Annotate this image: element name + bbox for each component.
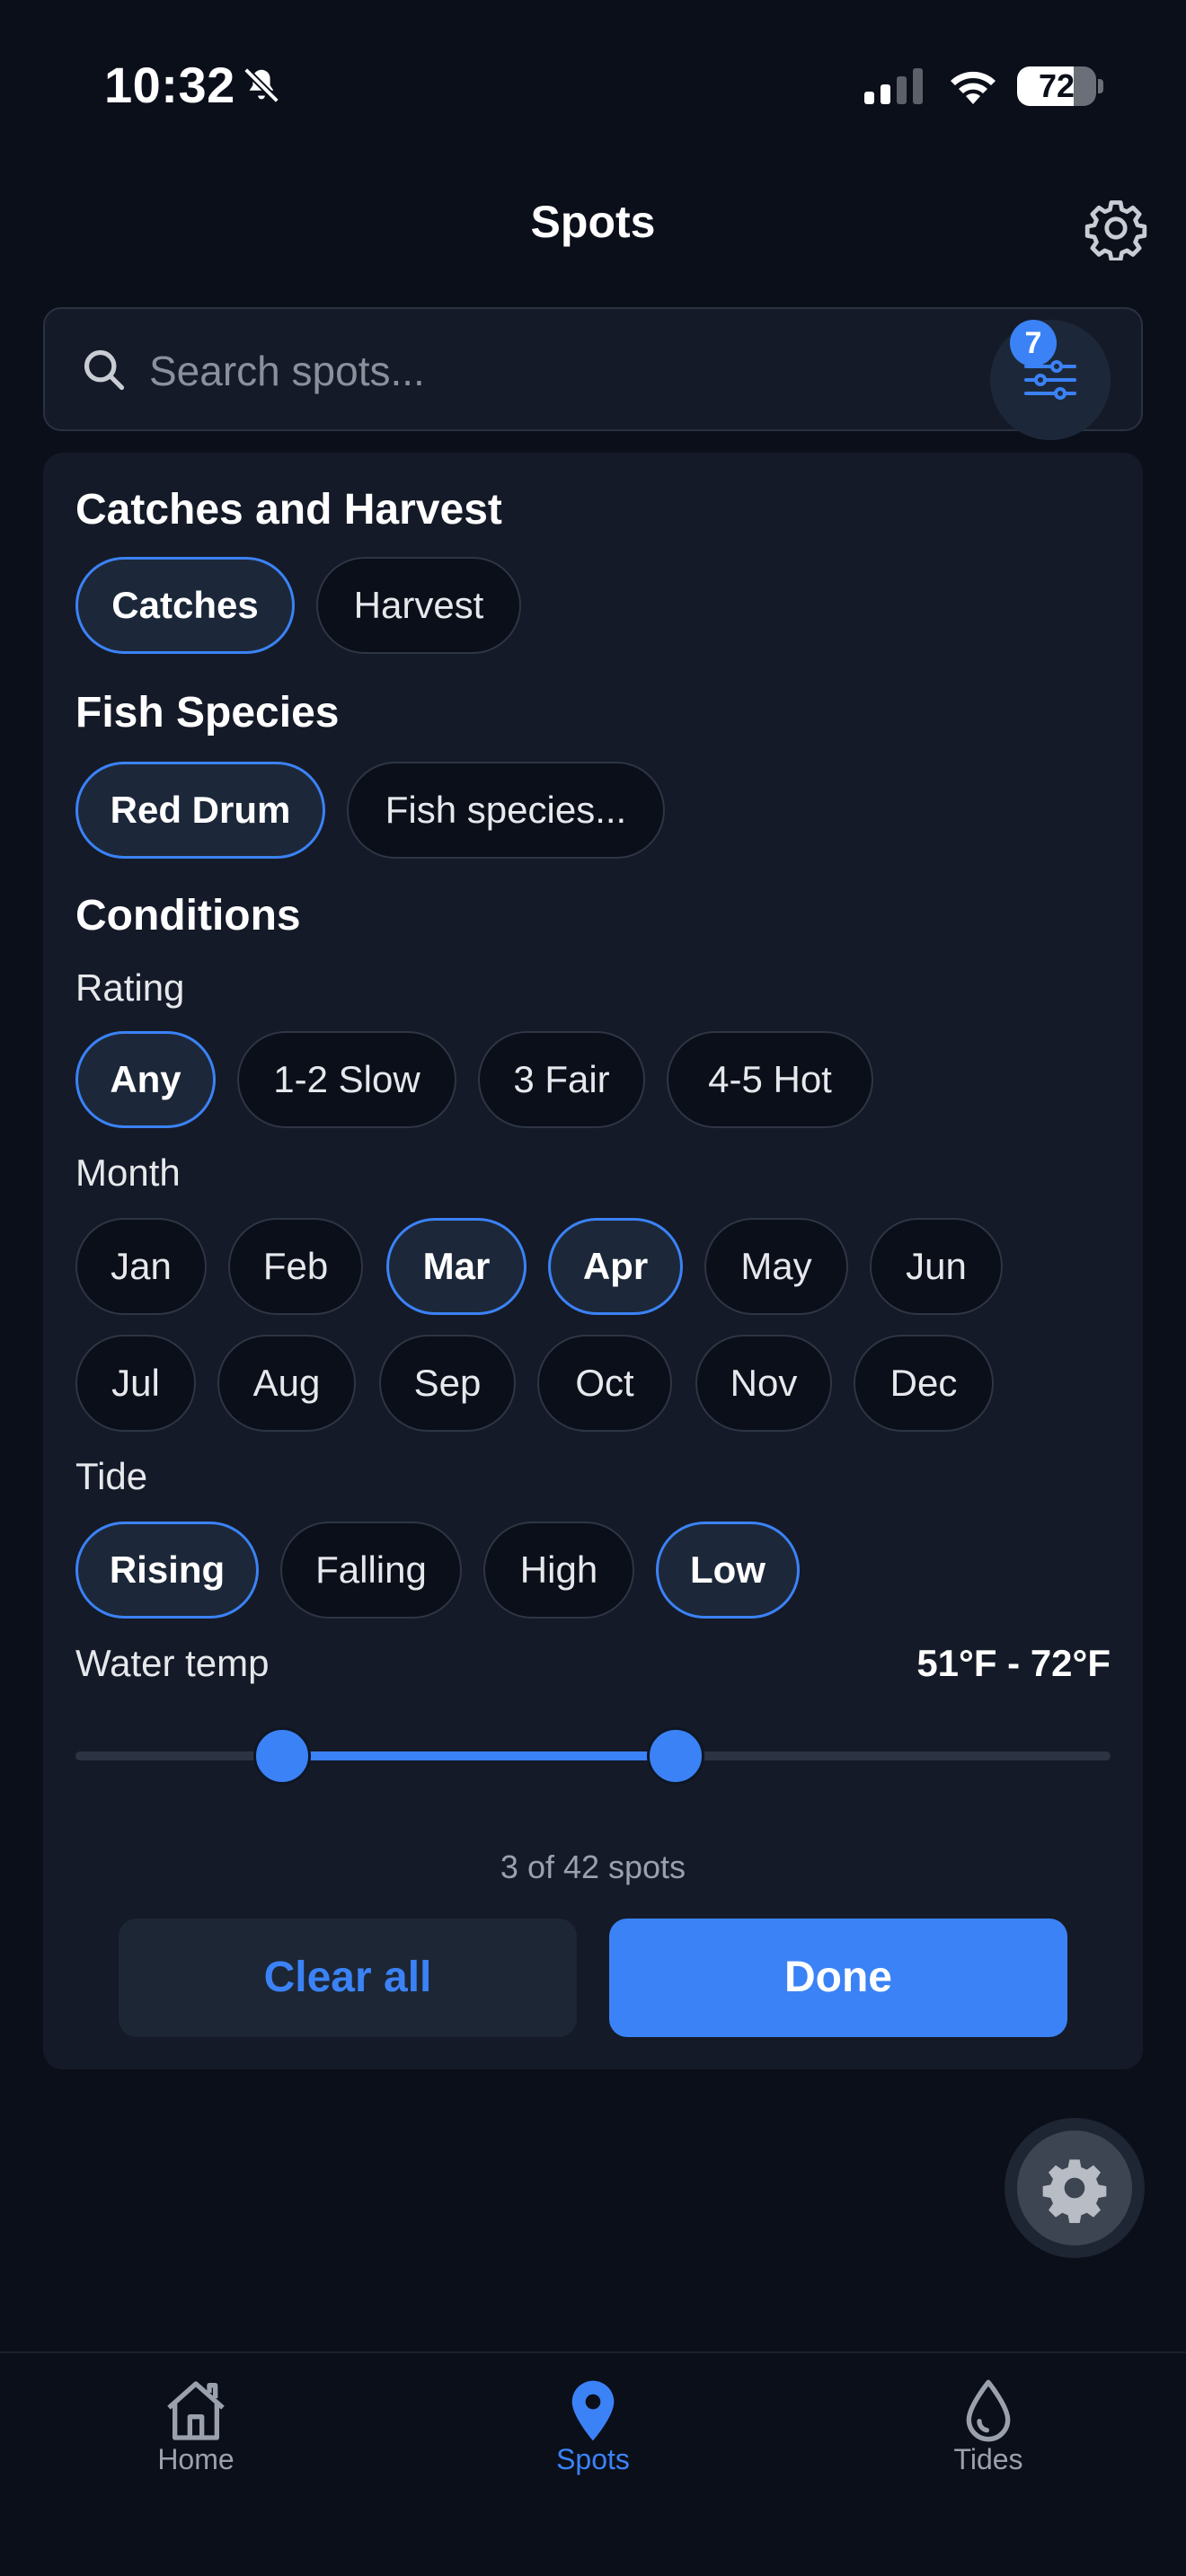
- nav-item-home[interactable]: Home: [61, 2353, 331, 2533]
- wifi-icon: [951, 71, 996, 104]
- battery-percent: 72: [1038, 67, 1075, 104]
- catches-harvest-title: Catches and Harvest: [75, 486, 502, 534]
- floating-settings-button[interactable]: [1005, 2118, 1145, 2258]
- rating-label: Rating: [75, 966, 185, 1009]
- chip-tide-low[interactable]: Low: [656, 1522, 800, 1619]
- chip-month-jul[interactable]: Jul: [75, 1335, 196, 1432]
- chip-month-feb[interactable]: Feb: [228, 1218, 363, 1315]
- chip-rating-hot[interactable]: 4-5 Hot: [667, 1031, 873, 1128]
- result-count: 3 of 42 spots: [500, 1848, 686, 1885]
- chip-rating-slow[interactable]: 1-2 Slow: [237, 1031, 456, 1128]
- chip-month-aug[interactable]: Aug: [217, 1335, 356, 1432]
- chip-month-dec[interactable]: Dec: [854, 1335, 994, 1432]
- water-temp-max-handle[interactable]: [647, 1727, 705, 1785]
- chip-month-mar[interactable]: Mar: [386, 1218, 527, 1315]
- chip-fish-species-picker[interactable]: Fish species...: [347, 762, 665, 859]
- home-icon: [167, 2381, 225, 2440]
- nav-label-home: Home: [157, 2443, 235, 2475]
- nav-item-spots[interactable]: Spots: [458, 2353, 728, 2533]
- page-title: Spots: [530, 197, 656, 247]
- water-drop-icon: [966, 2379, 1011, 2442]
- nav-label-spots: Spots: [556, 2443, 630, 2475]
- spots-screen: 10:32 72 Spots Search spots... 7 Catches…: [0, 0, 1186, 2576]
- fish-species-title: Fish Species: [75, 689, 340, 737]
- map-pin-icon: [571, 2380, 615, 2441]
- chip-catches[interactable]: Catches: [75, 557, 295, 654]
- nav-label-tides: Tides: [953, 2443, 1023, 2475]
- chip-rating-fair[interactable]: 3 Fair: [478, 1031, 645, 1128]
- chip-month-nov[interactable]: Nov: [695, 1335, 832, 1432]
- search-icon: [84, 349, 125, 391]
- conditions-title: Conditions: [75, 892, 301, 940]
- chip-month-oct[interactable]: Oct: [537, 1335, 672, 1432]
- gear-icon: [1042, 2159, 1107, 2223]
- chip-tide-falling[interactable]: Falling: [280, 1522, 462, 1619]
- chip-tide-rising[interactable]: Rising: [75, 1522, 259, 1619]
- water-temp-range-value: 51°F - 72°F: [916, 1642, 1111, 1684]
- water-temp-label: Water temp: [75, 1642, 270, 1684]
- search-input[interactable]: [149, 340, 958, 402]
- water-temp-slider-fill: [282, 1751, 677, 1760]
- tide-label: Tide: [75, 1455, 148, 1497]
- chip-month-sep[interactable]: Sep: [379, 1335, 516, 1432]
- settings-gear-icon[interactable]: [1084, 196, 1148, 260]
- chip-rating-any[interactable]: Any: [75, 1031, 216, 1128]
- chip-red-drum[interactable]: Red Drum: [75, 762, 325, 859]
- month-label: Month: [75, 1151, 181, 1194]
- bell-slash-icon: [243, 67, 279, 103]
- nav-item-tides[interactable]: Tides: [854, 2353, 1123, 2533]
- cellular-signal-icon: [864, 68, 923, 104]
- bottom-nav: Home Spots Tides: [0, 2351, 1186, 2576]
- water-temp-min-handle[interactable]: [253, 1727, 312, 1785]
- chip-month-apr[interactable]: Apr: [548, 1218, 683, 1315]
- chip-month-jan[interactable]: Jan: [75, 1218, 207, 1315]
- status-time: 10:32: [104, 57, 235, 113]
- status-bar: 10:32 72: [0, 0, 1186, 171]
- done-button[interactable]: Done: [609, 1919, 1067, 2037]
- chip-month-jun[interactable]: Jun: [870, 1218, 1003, 1315]
- chip-month-may[interactable]: May: [704, 1218, 848, 1315]
- chip-tide-high[interactable]: High: [483, 1522, 634, 1619]
- search-bar: [43, 307, 1143, 440]
- chip-harvest[interactable]: Harvest: [316, 557, 521, 654]
- filter-count-badge: 7: [1010, 320, 1057, 366]
- battery-indicator: 72: [1017, 66, 1103, 106]
- clear-all-button[interactable]: Clear all: [119, 1919, 577, 2037]
